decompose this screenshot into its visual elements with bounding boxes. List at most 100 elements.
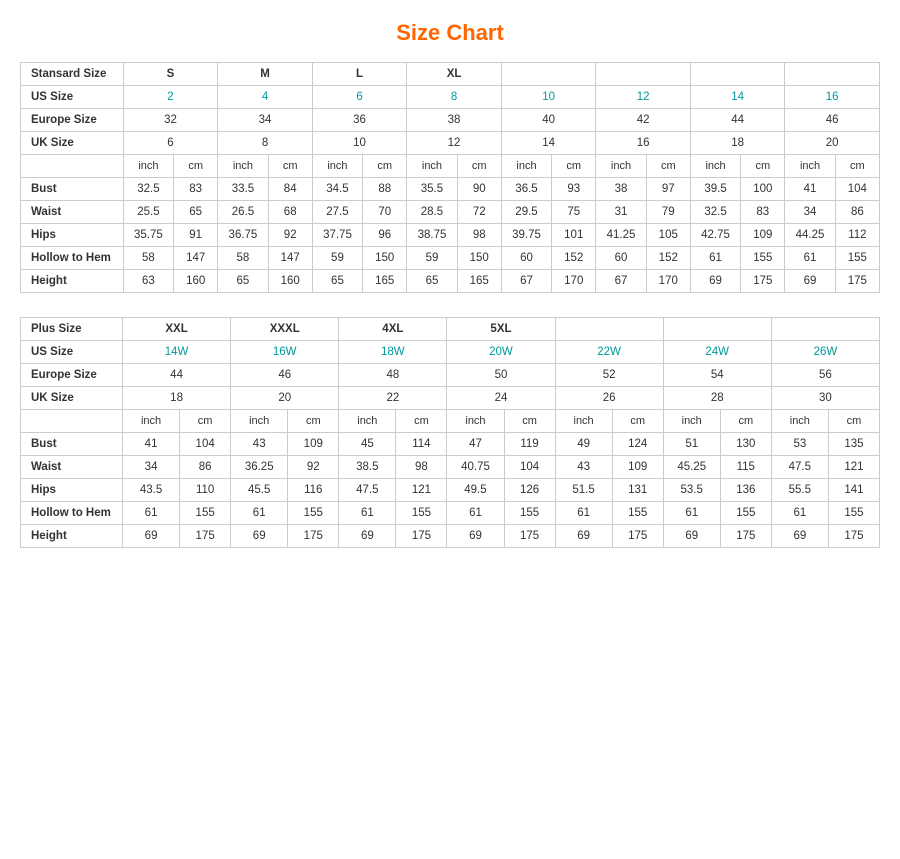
plus-us-14w: 14W [123,341,231,364]
height-4: 65 [312,270,362,293]
plus-hips-label: Hips [21,479,123,502]
waist-14: 34 [785,201,835,224]
height-5: 165 [363,270,407,293]
s-group-header: S [123,63,218,86]
5xl-header: 5XL [447,318,555,341]
pb-8: 49 [555,433,612,456]
uk-8: 8 [218,132,313,155]
hollow-13: 155 [741,247,785,270]
unit-0: inch [123,155,173,178]
plus-hollow-row: Hollow to Hem 61 155 61 155 61 155 61 15… [21,502,880,525]
height-15: 175 [835,270,879,293]
pho-0: 61 [123,502,180,525]
bust-3: 84 [268,178,312,201]
waist-10: 31 [596,201,646,224]
waist-7: 72 [457,201,501,224]
pho-9: 155 [612,502,663,525]
ph-5: 121 [396,479,447,502]
hips-2: 36.75 [218,224,268,247]
l2-group-header [690,63,785,86]
plus-unit-10: inch [663,410,720,433]
pb-6: 47 [447,433,504,456]
waist-8: 29.5 [501,201,551,224]
hips-13: 109 [741,224,785,247]
europe-size-label: Europe Size [21,109,124,132]
pw-0: 34 [123,456,180,479]
height-12: 69 [690,270,740,293]
us-size-label: US Size [21,86,124,109]
unit-5: cm [363,155,407,178]
hips-9: 101 [552,224,596,247]
plus-hips-row: Hips 43.5 110 45.5 116 47.5 121 49.5 126… [21,479,880,502]
plus-unit-0: inch [123,410,180,433]
plus-waist-row: Waist 34 86 36.25 92 38.5 98 40.75 104 4… [21,456,880,479]
uk-18: 18 [690,132,785,155]
plus-us-22w: 22W [555,341,663,364]
waist-15: 86 [835,201,879,224]
xxl-header: XXL [123,318,231,341]
hips-12: 42.75 [690,224,740,247]
height-0: 63 [123,270,173,293]
bust-6: 35.5 [407,178,457,201]
plus-us-label: US Size [21,341,123,364]
pb-12: 53 [771,433,828,456]
unit-2: inch [218,155,268,178]
us-12: 12 [596,86,691,109]
waist-3: 68 [268,201,312,224]
height-1: 160 [174,270,218,293]
ph-6: 49.5 [447,479,504,502]
hollow-label: Hollow to Hem [21,247,124,270]
plus-us-20w: 20W [447,341,555,364]
pw-3: 92 [288,456,339,479]
ph-7: 126 [504,479,555,502]
plus-uk-30: 30 [771,387,879,410]
hips-14: 44.25 [785,224,835,247]
height-3: 160 [268,270,312,293]
ph-4: 47.5 [339,479,396,502]
uk-size-row: UK Size 6 8 10 12 14 16 18 20 [21,132,880,155]
height-9: 170 [552,270,596,293]
plus-unit-8: inch [555,410,612,433]
plus-eu-56: 56 [771,364,879,387]
ph-1: 110 [180,479,231,502]
plus-unit-13: cm [828,410,879,433]
eu-38: 38 [407,109,502,132]
ph-9: 131 [612,479,663,502]
bust-label: Bust [21,178,124,201]
plus-unit-9: cm [612,410,663,433]
unit-4: inch [312,155,362,178]
plus-size-label: Plus Size [21,318,123,341]
pw-1: 86 [180,456,231,479]
plus-uk-22: 22 [339,387,447,410]
hips-row: Hips 35.75 91 36.75 92 37.75 96 38.75 98… [21,224,880,247]
hollow-2: 58 [218,247,268,270]
height-6: 65 [407,270,457,293]
us-16: 16 [785,86,880,109]
bust-13: 100 [741,178,785,201]
standard-size-chart: Stansard Size S M L XL US Size 2 4 6 8 1… [20,62,880,293]
pho-13: 155 [828,502,879,525]
waist-label: Waist [21,201,124,224]
plus-us-26w: 26W [771,341,879,364]
waist-9: 75 [552,201,596,224]
standard-table: Stansard Size S M L XL US Size 2 4 6 8 1… [20,62,880,293]
hollow-5: 150 [363,247,407,270]
pw-2: 36.25 [231,456,288,479]
plus-bust-row: Bust 41 104 43 109 45 114 47 119 49 124 … [21,433,880,456]
pw-7: 104 [504,456,555,479]
eu-32: 32 [123,109,218,132]
hips-3: 92 [268,224,312,247]
pb-0: 41 [123,433,180,456]
plus-eu-46: 46 [231,364,339,387]
unit-10: inch [596,155,646,178]
standard-unit-row: inch cm inch cm inch cm inch cm inch cm … [21,155,880,178]
hollow-8: 60 [501,247,551,270]
plus-us-24w: 24W [663,341,771,364]
pho-3: 155 [288,502,339,525]
ph-0: 43.5 [123,479,180,502]
plus-unit-3: cm [288,410,339,433]
bust-1: 83 [174,178,218,201]
hollow-10: 60 [596,247,646,270]
waist-2: 26.5 [218,201,268,224]
plus-unit-7: cm [504,410,555,433]
